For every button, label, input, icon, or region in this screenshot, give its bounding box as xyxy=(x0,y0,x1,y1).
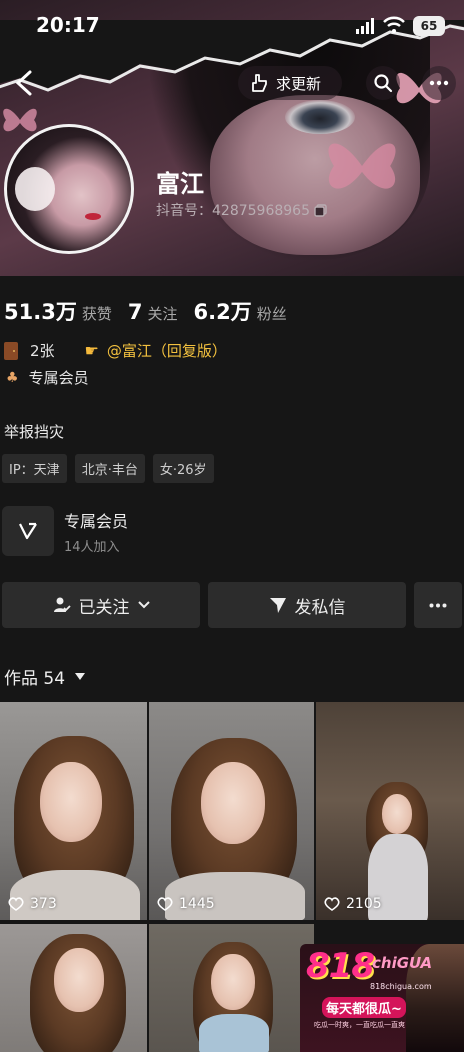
send-message-label: 发私信 xyxy=(294,597,346,618)
work-thumbnail[interactable] xyxy=(149,924,314,1052)
heart-icon xyxy=(157,897,173,911)
work-likes-count: 2105 xyxy=(346,896,382,912)
more-dots-icon xyxy=(429,80,449,86)
work-likes-count: 1445 xyxy=(179,896,215,912)
profile-stats: 51.3万 获赞 7 关注 6.2万 粉丝 xyxy=(4,296,303,326)
status-bar: 20:17 65 xyxy=(0,0,464,46)
tag-ip: IP：天津 xyxy=(2,454,67,483)
work-thumbnail[interactable]: 373 xyxy=(0,702,147,920)
info-row-1: 2张 ☛ @富江（回复版） xyxy=(4,340,227,361)
butterfly-icon xyxy=(328,143,396,189)
member-text: 专属会员 xyxy=(28,369,89,387)
avatar-lips xyxy=(85,213,101,220)
send-icon xyxy=(269,598,286,613)
heart-icon xyxy=(324,897,340,911)
work-thumbnail[interactable]: 1445 xyxy=(149,702,314,920)
send-message-button[interactable]: 发私信 xyxy=(208,582,406,628)
stat-followers[interactable]: 6.2万 粉丝 xyxy=(193,296,286,326)
works-title: 作品 54 xyxy=(4,669,66,689)
ad-logo: 818 xyxy=(306,946,375,986)
ad-subtext: 吃瓜一时爽，一直吃瓜一直爽 xyxy=(314,1021,405,1029)
douyin-id-text: 抖音号：42875968965 xyxy=(156,203,310,219)
search-button[interactable] xyxy=(366,66,400,100)
pointing-hand-icon xyxy=(252,74,267,92)
work-likes-count: 373 xyxy=(30,896,57,912)
stat-following[interactable]: 7 关注 xyxy=(128,300,178,324)
caret-down-icon xyxy=(75,673,86,680)
following-label: 已关注 xyxy=(78,597,130,618)
ad-site: 818chigua.com xyxy=(370,982,432,991)
work-likes: 2105 xyxy=(324,896,382,912)
following-button[interactable]: 已关注 xyxy=(2,582,200,628)
copy-icon[interactable] xyxy=(314,203,327,217)
profile-name: 富江 xyxy=(156,170,204,198)
ad-slogan: 每天都很瓜~ xyxy=(322,997,406,1018)
count-text: 2张 xyxy=(30,342,55,360)
heart-icon xyxy=(8,897,24,911)
mention-link[interactable]: @富江（回复版） xyxy=(107,340,227,361)
avatar[interactable] xyxy=(4,124,134,254)
stat-label: 粉丝 xyxy=(256,305,287,323)
more-actions-button[interactable] xyxy=(414,582,462,628)
profile-tags: IP：天津 北京·丰台 女·26岁 xyxy=(2,454,214,483)
pointing-hand-emoji-icon: ☛ xyxy=(84,341,99,360)
member-card-subtitle: 14人加入 xyxy=(64,540,120,555)
info-row-2: ♣ 专属会员 xyxy=(4,367,89,388)
works-tab[interactable]: 作品 54 xyxy=(4,664,86,689)
battery-icon: 65 xyxy=(413,16,445,36)
signal-icon xyxy=(356,18,374,34)
door-icon xyxy=(4,341,18,360)
search-icon xyxy=(374,74,393,93)
member-badge-icon xyxy=(2,506,54,556)
status-time: 20:17 xyxy=(36,13,100,37)
tag-location: 北京·丰台 xyxy=(74,454,145,483)
profile-bio: 举报挡灾 xyxy=(4,423,65,441)
chevron-down-icon xyxy=(137,601,150,609)
more-dots-icon xyxy=(429,603,447,607)
work-likes: 1445 xyxy=(157,896,215,912)
stat-label: 获赞 xyxy=(81,305,112,323)
ad-watermark[interactable]: 818 chiGUA 818chigua.com 每天都很瓜~ 吃瓜一时爽，一直… xyxy=(300,944,464,1052)
member-card[interactable]: 专属会员 14人加入 xyxy=(2,504,462,558)
member-card-title: 专属会员 xyxy=(64,512,129,531)
v-check-icon xyxy=(19,522,37,540)
ad-logo-text: chiGUA xyxy=(372,954,433,972)
stat-value: 6.2万 xyxy=(193,300,252,324)
work-thumbnail[interactable] xyxy=(0,924,147,1052)
hello-kitty-icon xyxy=(15,167,55,211)
user-check-icon xyxy=(53,597,71,612)
request-update-button[interactable]: 求更新 xyxy=(238,66,342,100)
tag-gender-age: 女·26岁 xyxy=(152,454,214,483)
back-arrow-icon[interactable] xyxy=(12,68,36,98)
request-update-label: 求更新 xyxy=(276,74,322,93)
work-likes: 373 xyxy=(8,896,57,912)
stat-value: 51.3万 xyxy=(4,300,77,324)
work-thumbnail[interactable]: 2105 xyxy=(316,702,464,920)
stat-label: 关注 xyxy=(147,305,178,323)
stat-likes[interactable]: 51.3万 获赞 xyxy=(4,296,112,326)
wifi-icon xyxy=(383,16,405,33)
douyin-id[interactable]: 抖音号：42875968965 xyxy=(156,200,327,220)
more-options-button[interactable] xyxy=(422,66,456,100)
footprint-icon: ♣ xyxy=(6,369,19,386)
stat-value: 7 xyxy=(127,300,143,324)
